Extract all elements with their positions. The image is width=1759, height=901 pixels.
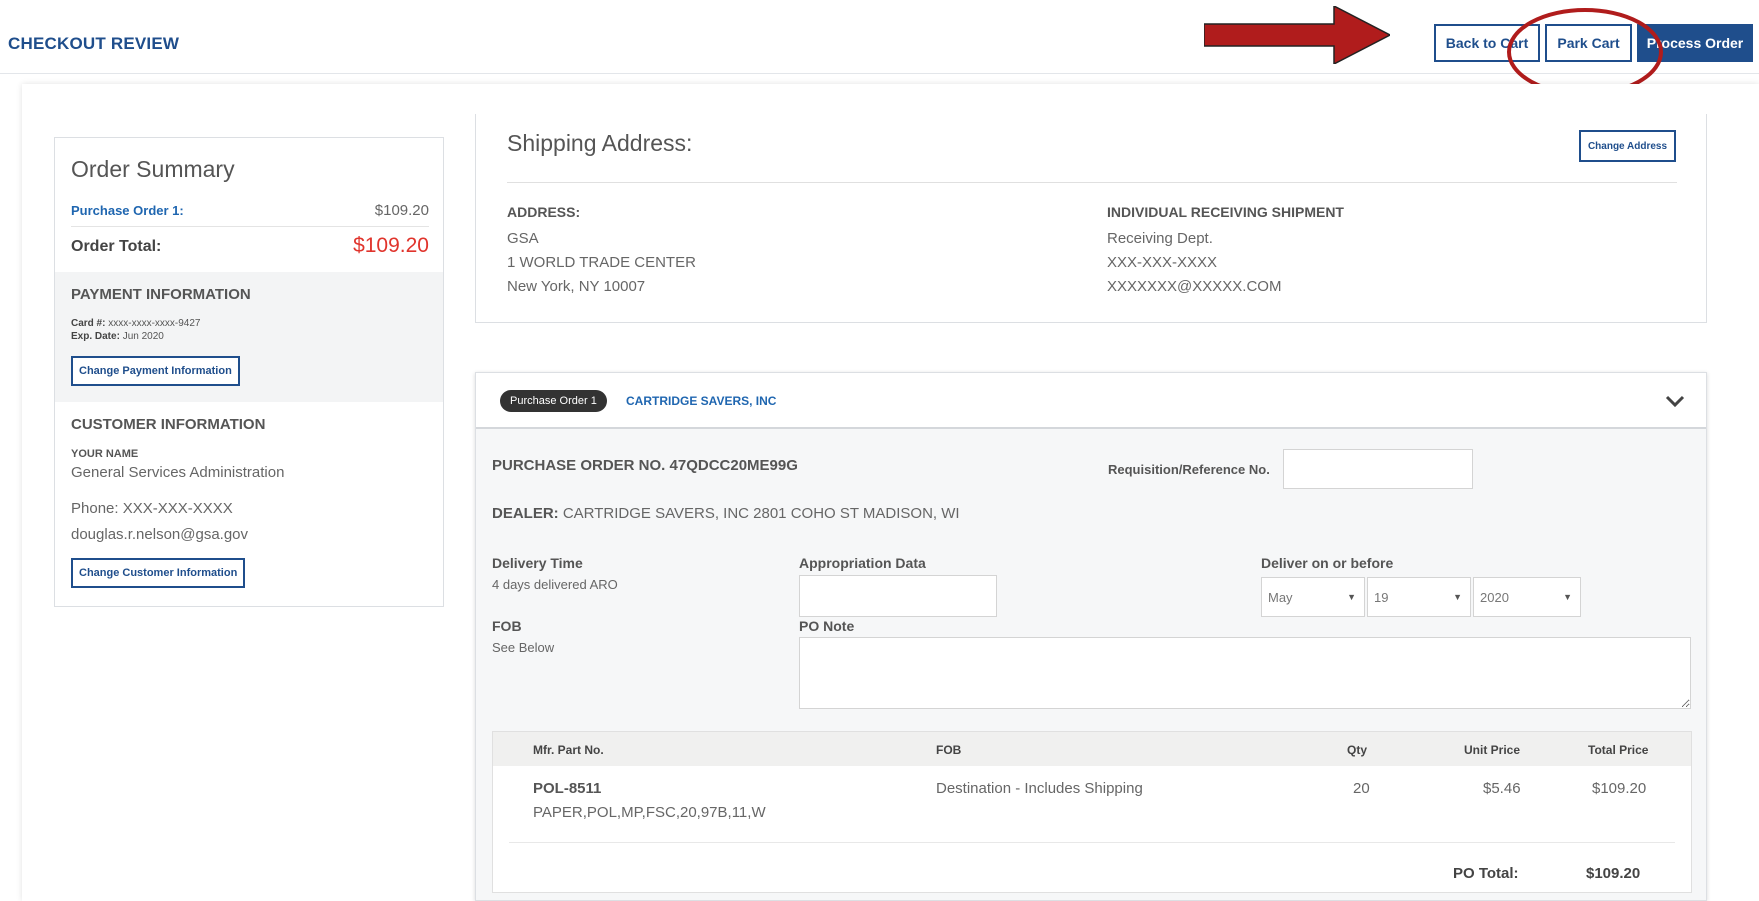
month-select[interactable]: May ▼ bbox=[1261, 577, 1365, 617]
column-header: FOB bbox=[936, 743, 962, 757]
shipping-address-card: Shipping Address: Change Address ADDRESS… bbox=[475, 114, 1707, 323]
top-bar: CHECKOUT REVIEW Back to Cart Park Cart P… bbox=[0, 0, 1759, 96]
appropriation-label: Appropriation Data bbox=[799, 555, 926, 571]
deliver-by-label: Deliver on or before bbox=[1261, 555, 1394, 571]
year-select[interactable]: 2020 ▼ bbox=[1473, 577, 1581, 617]
table-header: Mfr. Part No. FOB Qty Unit Price Total P… bbox=[493, 732, 1691, 766]
purchase-order-panel: Purchase Order 1 CARTRIDGE SAVERS, INC P… bbox=[475, 372, 1707, 901]
summary-po-link[interactable]: Purchase Order 1: bbox=[71, 203, 184, 218]
dropdown-arrow-icon: ▼ bbox=[1563, 592, 1572, 602]
column-header: Unit Price bbox=[1464, 743, 1521, 757]
item-total-price: $109.20 bbox=[1592, 780, 1647, 797]
order-summary-title: Order Summary bbox=[71, 156, 235, 182]
dealer-info: DEALER: CARTRIDGE SAVERS, INC 2801 COHO … bbox=[492, 505, 960, 522]
customer-heading: CUSTOMER INFORMATION bbox=[71, 416, 266, 433]
payment-heading: PAYMENT INFORMATION bbox=[71, 286, 251, 303]
card-expiry: Exp. Date: Jun 2020 bbox=[71, 331, 164, 342]
day-select[interactable]: 19 ▼ bbox=[1367, 577, 1471, 617]
customer-name-label: YOUR NAME bbox=[71, 448, 139, 460]
row-divider bbox=[509, 842, 1675, 843]
summary-total-row: Order Total: $109.20 bbox=[71, 234, 429, 257]
payment-section: PAYMENT INFORMATION Card #: xxxx-xxxx-xx… bbox=[55, 272, 443, 402]
appropriation-input[interactable] bbox=[799, 575, 997, 617]
dropdown-arrow-icon: ▼ bbox=[1453, 592, 1462, 602]
po-number: PURCHASE ORDER NO. 47QDCC20ME99G bbox=[492, 457, 798, 474]
column-header: Total Price bbox=[1588, 743, 1649, 757]
page-title: CHECKOUT REVIEW bbox=[8, 34, 180, 53]
purchase-order-header[interactable]: Purchase Order 1 CARTRIDGE SAVERS, INC bbox=[476, 373, 1706, 429]
card-number: Card #: xxxx-xxxx-xxxx-9427 bbox=[71, 318, 201, 329]
receiver-line: XXX-XXX-XXXX bbox=[1107, 254, 1218, 271]
change-address-button[interactable]: Change Address bbox=[1579, 130, 1676, 162]
order-total-amount: $109.20 bbox=[353, 234, 429, 257]
fob-label: FOB bbox=[492, 618, 522, 634]
column-header: Qty bbox=[1347, 743, 1368, 757]
receiver-heading: INDIVIDUAL RECEIVING SHIPMENT bbox=[1107, 204, 1344, 220]
receiver-line: XXXXXXX@XXXXX.COM bbox=[1107, 278, 1282, 295]
column-header: Mfr. Part No. bbox=[533, 743, 604, 757]
change-customer-button[interactable]: Change Customer Information bbox=[71, 558, 246, 588]
delivery-time-value: 4 days delivered ARO bbox=[492, 577, 618, 592]
vendor-name[interactable]: CARTRIDGE SAVERS, INC bbox=[626, 394, 776, 408]
item-unit-price: $5.46 bbox=[1483, 780, 1521, 797]
po-total-amount: $109.20 bbox=[1586, 865, 1641, 882]
requisition-label: Requisition/Reference No. bbox=[1108, 462, 1270, 477]
po-note-textarea[interactable] bbox=[799, 637, 1691, 709]
change-payment-button[interactable]: Change Payment Information bbox=[71, 356, 240, 386]
chevron-down-icon[interactable] bbox=[1664, 393, 1686, 409]
delivery-time-label: Delivery Time bbox=[492, 555, 583, 571]
address-line: GSA bbox=[507, 230, 539, 247]
annotation-arrow-icon bbox=[1204, 6, 1390, 64]
summary-po-amount: $109.20 bbox=[374, 202, 429, 219]
part-description: PAPER,POL,MP,FSC,20,97B,11,W bbox=[533, 804, 766, 821]
receiver-line: Receiving Dept. bbox=[1107, 230, 1213, 247]
item-fob: Destination - Includes Shipping bbox=[936, 780, 1143, 797]
po-total-label: PO Total: bbox=[1453, 865, 1519, 882]
summary-po-row: Purchase Order 1: $109.20 bbox=[71, 202, 429, 220]
order-total-label: Order Total: bbox=[71, 238, 162, 255]
purchase-order-badge: Purchase Order 1 bbox=[500, 390, 607, 412]
item-qty: 20 bbox=[1353, 780, 1370, 797]
address-line: New York, NY 10007 bbox=[507, 278, 646, 295]
shipping-divider bbox=[507, 182, 1677, 183]
customer-phone: Phone: XXX-XXX-XXXX bbox=[71, 500, 233, 517]
summary-divider bbox=[71, 226, 429, 227]
part-number: POL-8511 bbox=[533, 780, 602, 797]
fob-value: See Below bbox=[492, 640, 555, 655]
items-table: Mfr. Part No. FOB Qty Unit Price Total P… bbox=[492, 731, 1692, 893]
requisition-input[interactable] bbox=[1283, 449, 1473, 489]
customer-name: General Services Administration bbox=[71, 464, 285, 481]
address-heading: ADDRESS: bbox=[507, 204, 581, 220]
po-note-label: PO Note bbox=[799, 618, 855, 634]
address-line: 1 WORLD TRADE CENTER bbox=[507, 254, 696, 271]
dropdown-arrow-icon: ▼ bbox=[1347, 592, 1356, 602]
order-summary-card: Order Summary Purchase Order 1: $109.20 … bbox=[54, 137, 444, 607]
shipping-title: Shipping Address: bbox=[507, 130, 693, 156]
customer-email: douglas.r.nelson@gsa.gov bbox=[71, 526, 249, 543]
